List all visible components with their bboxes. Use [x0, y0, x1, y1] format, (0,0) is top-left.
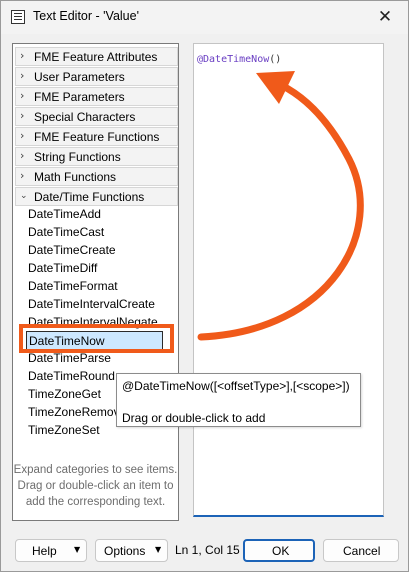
options-button[interactable]: Options ▼: [95, 539, 168, 562]
chevron-right-icon: ›: [20, 49, 25, 62]
category-user-parameters[interactable]: › User Parameters: [15, 67, 178, 86]
chevron-right-icon: ›: [20, 149, 25, 162]
category-datetime-functions[interactable]: ⌄ Date/Time Functions: [15, 187, 178, 206]
function-item[interactable]: DateTimeDiff: [28, 261, 178, 276]
cursor-position: Ln 1, Col 15: [175, 543, 240, 557]
category-fme-feature-functions[interactable]: › FME Feature Functions: [15, 127, 178, 146]
dropdown-arrow-icon: ▼: [74, 545, 81, 554]
function-tooltip: @DateTimeNow([<offsetType>],[<scope>]) D…: [116, 373, 361, 427]
title-bar[interactable]: Text Editor - 'Value' ✕: [1, 1, 408, 34]
function-item[interactable]: DateTimeFormat: [28, 279, 178, 294]
chevron-right-icon: ›: [20, 89, 25, 102]
dropdown-arrow-icon: ▼: [155, 545, 162, 554]
category-fme-feature-attributes[interactable]: › FME Feature Attributes: [15, 47, 178, 66]
close-icon[interactable]: ✕: [372, 4, 398, 30]
editor-content[interactable]: @DateTimeNow(): [197, 54, 281, 65]
category-special-characters[interactable]: › Special Characters: [15, 107, 178, 126]
tooltip-hint: Drag or double-click to add: [122, 411, 266, 425]
chevron-right-icon: ›: [20, 109, 25, 122]
category-math-functions[interactable]: › Math Functions: [15, 167, 178, 186]
window-title: Text Editor - 'Value': [33, 9, 139, 23]
function-item[interactable]: DateTimeCast: [28, 225, 178, 240]
chevron-right-icon: ›: [20, 69, 25, 82]
text-editor-window: Text Editor - 'Value' ✕ › FME Feature At…: [0, 0, 409, 572]
ok-button[interactable]: OK: [243, 539, 315, 562]
help-button[interactable]: Help ▼: [15, 539, 87, 562]
function-item[interactable]: DateTimeAdd: [28, 207, 178, 222]
text-editor-app-icon: [11, 10, 25, 24]
expression-editor[interactable]: @DateTimeNow(): [193, 43, 384, 517]
function-item-selected[interactable]: DateTimeNow: [26, 331, 163, 351]
chevron-down-icon: ⌄: [20, 191, 28, 201]
function-category-panel: › FME Feature Attributes › User Paramete…: [12, 43, 179, 521]
function-item[interactable]: DateTimeParse: [28, 351, 178, 366]
cancel-button[interactable]: Cancel: [323, 539, 399, 562]
chevron-right-icon: ›: [20, 129, 25, 142]
panel-help-text: Expand categories to see items. Drag or …: [13, 464, 178, 508]
category-fme-parameters[interactable]: › FME Parameters: [15, 87, 178, 106]
tooltip-signature: @DateTimeNow([<offsetType>],[<scope>]): [122, 379, 350, 393]
function-item[interactable]: DateTimeIntervalCreate: [28, 297, 178, 312]
chevron-right-icon: ›: [20, 169, 25, 182]
category-string-functions[interactable]: › String Functions: [15, 147, 178, 166]
function-item[interactable]: DateTimeIntervalNegate: [28, 315, 178, 330]
function-item[interactable]: DateTimeCreate: [28, 243, 178, 258]
